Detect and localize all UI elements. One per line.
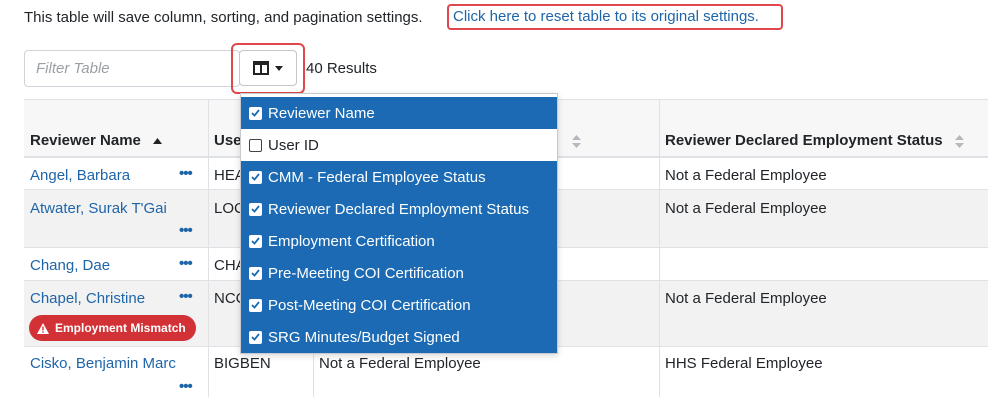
cmm-status-cell: Not a Federal Employee	[319, 355, 481, 372]
menu-item-declared-status[interactable]: Reviewer Declared Employment Status	[241, 193, 557, 225]
reviewer-name-link[interactable]: Cisko, Benjamin Marc	[30, 355, 176, 372]
header-cmm-status[interactable]	[564, 132, 581, 149]
header-declared-status[interactable]: Reviewer Declared Employment Status	[665, 132, 964, 149]
row-actions-icon[interactable]: •••	[179, 222, 193, 239]
declared-status-cell: Not a Federal Employee	[665, 167, 827, 184]
employment-mismatch-badge: Employment Mismatch	[29, 315, 196, 341]
table-columns-icon	[253, 61, 269, 75]
notice-text: This table will save column, sorting, an…	[24, 9, 423, 26]
table-settings-notice: This table will save column, sorting, an…	[24, 9, 423, 26]
user-id-cell: BIGBEN	[214, 355, 271, 372]
warning-icon	[37, 322, 49, 334]
checkbox-checked-icon[interactable]	[249, 266, 262, 280]
row-actions-icon[interactable]: •••	[179, 165, 193, 182]
checkbox-checked-icon[interactable]	[249, 298, 262, 312]
reset-table-link[interactable]: Click here to reset table to its origina…	[447, 4, 783, 30]
reviewer-name-link[interactable]: Atwater, Surak T'Gai	[30, 200, 167, 217]
header-user-id[interactable]: Use	[214, 132, 242, 149]
row-actions-icon[interactable]: •••	[179, 378, 193, 395]
row-actions-icon[interactable]: •••	[179, 288, 193, 305]
menu-item-post-meeting-coi[interactable]: Post-Meeting COI Certification	[241, 289, 557, 321]
filter-table-input[interactable]	[24, 50, 240, 87]
checkbox-checked-icon[interactable]	[249, 170, 262, 184]
reviewer-name-link[interactable]: Chang, Dae	[30, 257, 110, 274]
reviewer-name-link[interactable]: Angel, Barbara	[30, 167, 130, 184]
column-divider	[659, 99, 660, 397]
sort-ascending-icon	[153, 138, 163, 145]
column-visibility-menu: Reviewer Name User ID CMM - Federal Empl…	[240, 93, 558, 354]
reviewer-name-link[interactable]: Chapel, Christine	[30, 290, 145, 307]
table-row: Cisko, Benjamin Marc ••• BIGBEN Not a Fe…	[24, 347, 988, 397]
column-divider	[208, 99, 209, 397]
checkbox-unchecked-icon[interactable]	[249, 138, 262, 152]
sort-unsorted-icon	[572, 134, 581, 148]
menu-item-user-id[interactable]: User ID	[241, 129, 557, 161]
checkbox-checked-icon[interactable]	[249, 330, 262, 344]
checkbox-checked-icon[interactable]	[249, 106, 262, 120]
results-count: 40 Results	[306, 60, 377, 77]
menu-item-cmm-status[interactable]: CMM - Federal Employee Status	[241, 161, 557, 193]
row-actions-icon[interactable]: •••	[179, 255, 193, 272]
column-toggle-highlight	[231, 43, 305, 94]
header-reviewer-name[interactable]: Reviewer Name	[30, 132, 163, 149]
menu-item-pre-meeting-coi[interactable]: Pre-Meeting COI Certification	[241, 257, 557, 289]
declared-status-cell: Not a Federal Employee	[665, 290, 827, 307]
chevron-down-icon	[275, 65, 283, 71]
declared-status-cell: Not a Federal Employee	[665, 200, 827, 217]
declared-status-cell: HHS Federal Employee	[665, 355, 823, 372]
menu-item-reviewer-name[interactable]: Reviewer Name	[241, 97, 557, 129]
menu-item-srg-minutes[interactable]: SRG Minutes/Budget Signed	[241, 321, 557, 353]
column-visibility-button[interactable]	[239, 50, 297, 86]
checkbox-checked-icon[interactable]	[249, 202, 262, 216]
menu-item-employment-certification[interactable]: Employment Certification	[241, 225, 557, 257]
checkbox-checked-icon[interactable]	[249, 234, 262, 248]
sort-unsorted-icon	[954, 134, 964, 148]
